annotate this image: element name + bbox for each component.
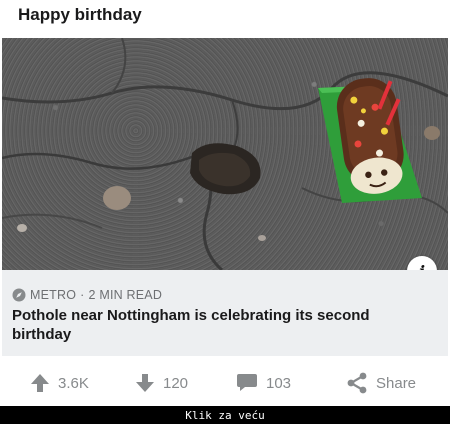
downvote-button[interactable]: 120 xyxy=(135,368,188,398)
post-title[interactable]: Happy birthday xyxy=(18,4,142,28)
link-source: METRO xyxy=(30,288,77,302)
share-icon xyxy=(347,372,367,394)
compass-icon xyxy=(12,288,26,302)
meta-separator: · xyxy=(80,288,85,302)
link-card[interactable]: METRO · 2 MIN READ Pothole near Nottingh… xyxy=(2,270,448,356)
post-image[interactable] xyxy=(2,38,448,270)
down-arrow-icon xyxy=(136,374,154,392)
downvote-count: 120 xyxy=(163,374,189,392)
comment-count: 103 xyxy=(266,374,292,392)
up-arrow-icon xyxy=(31,374,49,392)
share-button[interactable]: Share xyxy=(346,368,416,398)
comment-bubble-icon xyxy=(237,374,257,391)
comments-button[interactable]: 103 xyxy=(236,368,291,398)
footer-caption[interactable]: Klik za veću xyxy=(0,406,450,424)
link-source-row: METRO · 2 MIN READ xyxy=(12,286,162,304)
upvote-count: 3.6K xyxy=(58,374,89,392)
post-actions-bar: 3.6K 120 103 Share xyxy=(0,360,450,406)
footer-text: Klik za veću xyxy=(185,408,265,422)
link-headline[interactable]: Pothole near Nottingham is celebrating i… xyxy=(12,306,412,344)
share-label: Share xyxy=(376,374,417,392)
upvote-button[interactable]: 3.6K xyxy=(30,368,89,398)
post-image-illustration xyxy=(2,38,448,270)
read-time: 2 MIN READ xyxy=(88,288,163,302)
